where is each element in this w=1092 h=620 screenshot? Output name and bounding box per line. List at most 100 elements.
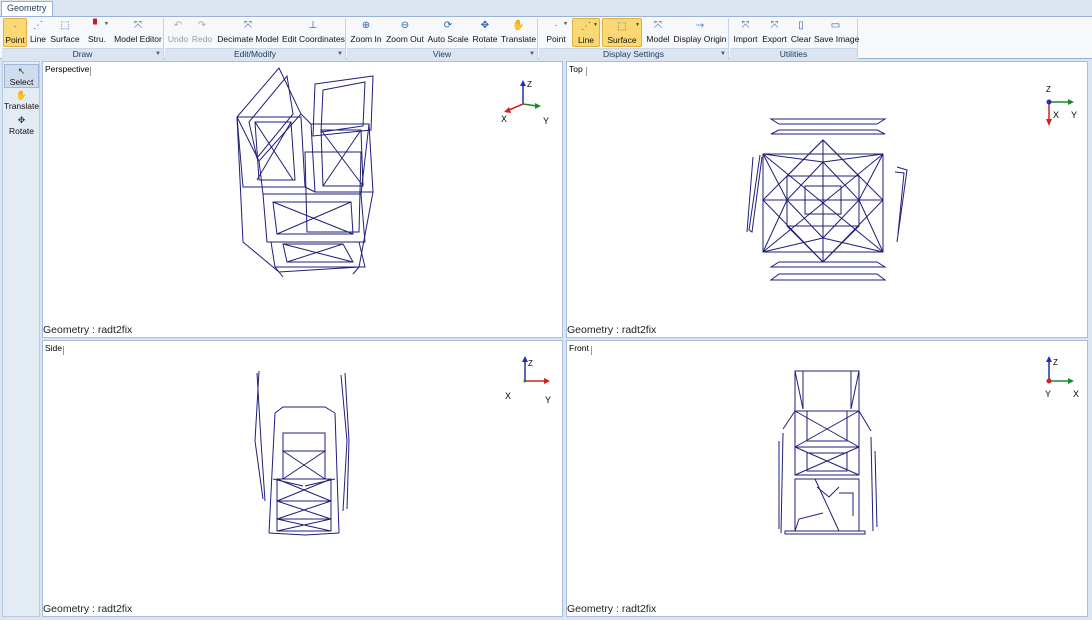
viewport-front[interactable]: Z Y X Front Geometry : radt2fix — [566, 340, 1088, 617]
rotate-icon: ✥ — [17, 115, 26, 125]
top-wireframe — [746, 118, 908, 281]
divider — [63, 346, 64, 355]
group-launcher-icon[interactable]: ▼ — [720, 49, 726, 60]
group-launcher-icon[interactable]: ▼ — [337, 49, 343, 60]
model-editor-button[interactable]: ⤧ Model Editor — [114, 18, 162, 47]
viewport-perspective[interactable]: Z X Y Perspective Geometry : radt2fix — [42, 61, 563, 338]
decimate-icon: ⤧ — [244, 20, 252, 31]
hand-icon: ✋ — [15, 90, 28, 100]
display-settings-group: · Point ▼ ⋰ Line ▼ ⬚ Surface ▼ ⤧ Model ⤑… — [539, 18, 729, 59]
viewport-status: Geometry : radt2fix — [43, 324, 133, 336]
import-button[interactable]: ⤧ Import — [732, 18, 759, 47]
viewport-status: Geometry : radt2fix — [567, 324, 657, 336]
select-tool[interactable]: ↖ Select — [4, 64, 39, 88]
line-icon: ⋰ — [33, 20, 43, 31]
undo-icon: ↶ — [173, 20, 183, 31]
viewport-name: Perspective — [45, 64, 90, 74]
export-icon: ⤧ — [770, 20, 779, 31]
display-model-button[interactable]: ⤧ Model — [645, 18, 671, 47]
save-image-icon: ▭ — [830, 20, 841, 31]
side-wireframe — [254, 370, 350, 536]
rotate-icon: ✥ — [480, 20, 490, 31]
svg-text:X: X — [1073, 389, 1079, 399]
tab-strip: Geometry — [0, 0, 1092, 16]
group-label-utilities: Utilities — [730, 48, 857, 59]
rotate-button[interactable]: ✥ Rotate — [471, 18, 499, 47]
viewport-top[interactable]: Z X Y Top Geometry : radt2fix — [566, 61, 1088, 338]
group-label-view: View ▼ — [347, 48, 537, 59]
model-editor-icon: ⤧ — [134, 20, 142, 31]
origin-icon: ⤑ — [696, 20, 704, 31]
tool-pane: ↖ Select ✋ Translate ✥ Rotate — [2, 61, 40, 617]
viewport-side[interactable]: Z X Y Side Geometry : radt2fix — [42, 340, 563, 617]
edit-coordinates-button[interactable]: ⊥ Edit Coordinates — [282, 18, 345, 47]
rotate-tool[interactable]: ✥ Rotate — [4, 114, 39, 138]
clear-button[interactable]: ▯ Clear — [790, 18, 812, 47]
svg-text:Y: Y — [1045, 389, 1051, 399]
dropdown-arrow-icon: ▼ — [593, 22, 598, 28]
utilities-group: ⤧ Import ⤧ Export ▯ Clear ▭ Save Image U… — [730, 18, 859, 59]
group-label-edit: Edit/Modify ▼ — [165, 48, 345, 59]
dropdown-arrow-icon: ▼ — [104, 21, 109, 27]
viewport-name: Side — [45, 343, 63, 353]
zoom-out-icon: ⊖ — [400, 20, 410, 31]
svg-text:Y: Y — [545, 395, 551, 405]
display-surface-button[interactable]: ⬚ Surface ▼ — [602, 18, 642, 47]
draw-group: · Point ⋰ Line ⬚ Surface ▘ Stru. ▼ ⤧ Mod… — [2, 18, 164, 59]
tab-geometry[interactable]: Geometry — [1, 1, 53, 16]
model-icon: ⤧ — [654, 20, 662, 31]
svg-text:Z: Z — [528, 359, 533, 368]
zoom-in-button[interactable]: ⊕ Zoom In — [349, 18, 383, 47]
svg-text:Z: Z — [1053, 358, 1058, 367]
auto-scale-button[interactable]: ⟳ Auto Scale — [427, 18, 469, 47]
edit-group: ↶ Undo ↷ Redo ⤧ Decimate Model ⊥ Edit Co… — [165, 18, 346, 59]
auto-scale-icon: ⟳ — [443, 20, 453, 31]
perspective-wireframe — [236, 67, 374, 278]
hand-icon: ✋ — [512, 20, 525, 31]
draw-stru-button[interactable]: ▘ Stru. ▼ — [84, 18, 110, 47]
redo-button[interactable]: ↷ Redo — [191, 18, 213, 47]
point-icon: · — [13, 21, 17, 32]
group-launcher-icon[interactable]: ▼ — [155, 49, 161, 60]
axis-gizmo-side: Z X Y — [501, 351, 555, 407]
group-launcher-icon[interactable]: ▼ — [529, 49, 535, 60]
divider — [591, 346, 592, 355]
display-line-button[interactable]: ⋰ Line ▼ — [572, 18, 600, 47]
svg-text:X: X — [501, 114, 507, 124]
viewport-status: Geometry : radt2fix — [43, 603, 133, 615]
divider — [90, 67, 91, 76]
svg-text:Y: Y — [1071, 110, 1077, 120]
group-label-display: Display Settings ▼ — [539, 48, 728, 59]
undo-button[interactable]: ↶ Undo — [167, 18, 189, 47]
svg-text:Z: Z — [1046, 86, 1051, 94]
coordinates-icon: ⊥ — [308, 20, 318, 31]
svg-text:Y: Y — [543, 116, 549, 124]
display-origin-button[interactable]: ⤑ Display Origin — [673, 18, 727, 47]
draw-surface-button[interactable]: ⬚ Surface — [49, 18, 81, 47]
save-image-button[interactable]: ▭ Save Image — [814, 18, 859, 47]
viewport-status: Geometry : radt2fix — [567, 603, 657, 615]
zoom-out-button[interactable]: ⊖ Zoom Out — [385, 18, 425, 47]
axis-gizmo-front: Z Y X — [1035, 353, 1083, 407]
svg-text:X: X — [1053, 110, 1059, 120]
redo-icon: ↷ — [197, 20, 207, 31]
group-label-draw: Draw ▼ — [2, 48, 163, 59]
draw-point-button[interactable]: · Point — [3, 18, 27, 47]
decimate-model-button[interactable]: ⤧ Decimate Model — [216, 18, 280, 47]
axis-gizmo-top: Z X Y — [1041, 85, 1083, 134]
translate-tool[interactable]: ✋ Translate — [4, 89, 39, 113]
svg-text:Z: Z — [527, 80, 532, 89]
surface-icon: ⬚ — [60, 20, 70, 31]
zoom-in-icon: ⊕ — [361, 20, 371, 31]
clear-icon: ▯ — [798, 20, 804, 31]
view-group: ⊕ Zoom In ⊖ Zoom Out ⟳ Auto Scale ✥ Rota… — [347, 18, 538, 59]
viewport-name: Top — [569, 64, 583, 74]
display-point-button[interactable]: · Point ▼ — [543, 18, 569, 47]
import-icon: ⤧ — [741, 20, 750, 31]
draw-line-button[interactable]: ⋰ Line — [28, 18, 48, 47]
cursor-icon: ↖ — [17, 66, 26, 76]
front-wireframe — [778, 370, 878, 535]
divider — [586, 67, 587, 76]
translate-button[interactable]: ✋ Translate — [501, 18, 536, 47]
export-button[interactable]: ⤧ Export — [761, 18, 788, 47]
